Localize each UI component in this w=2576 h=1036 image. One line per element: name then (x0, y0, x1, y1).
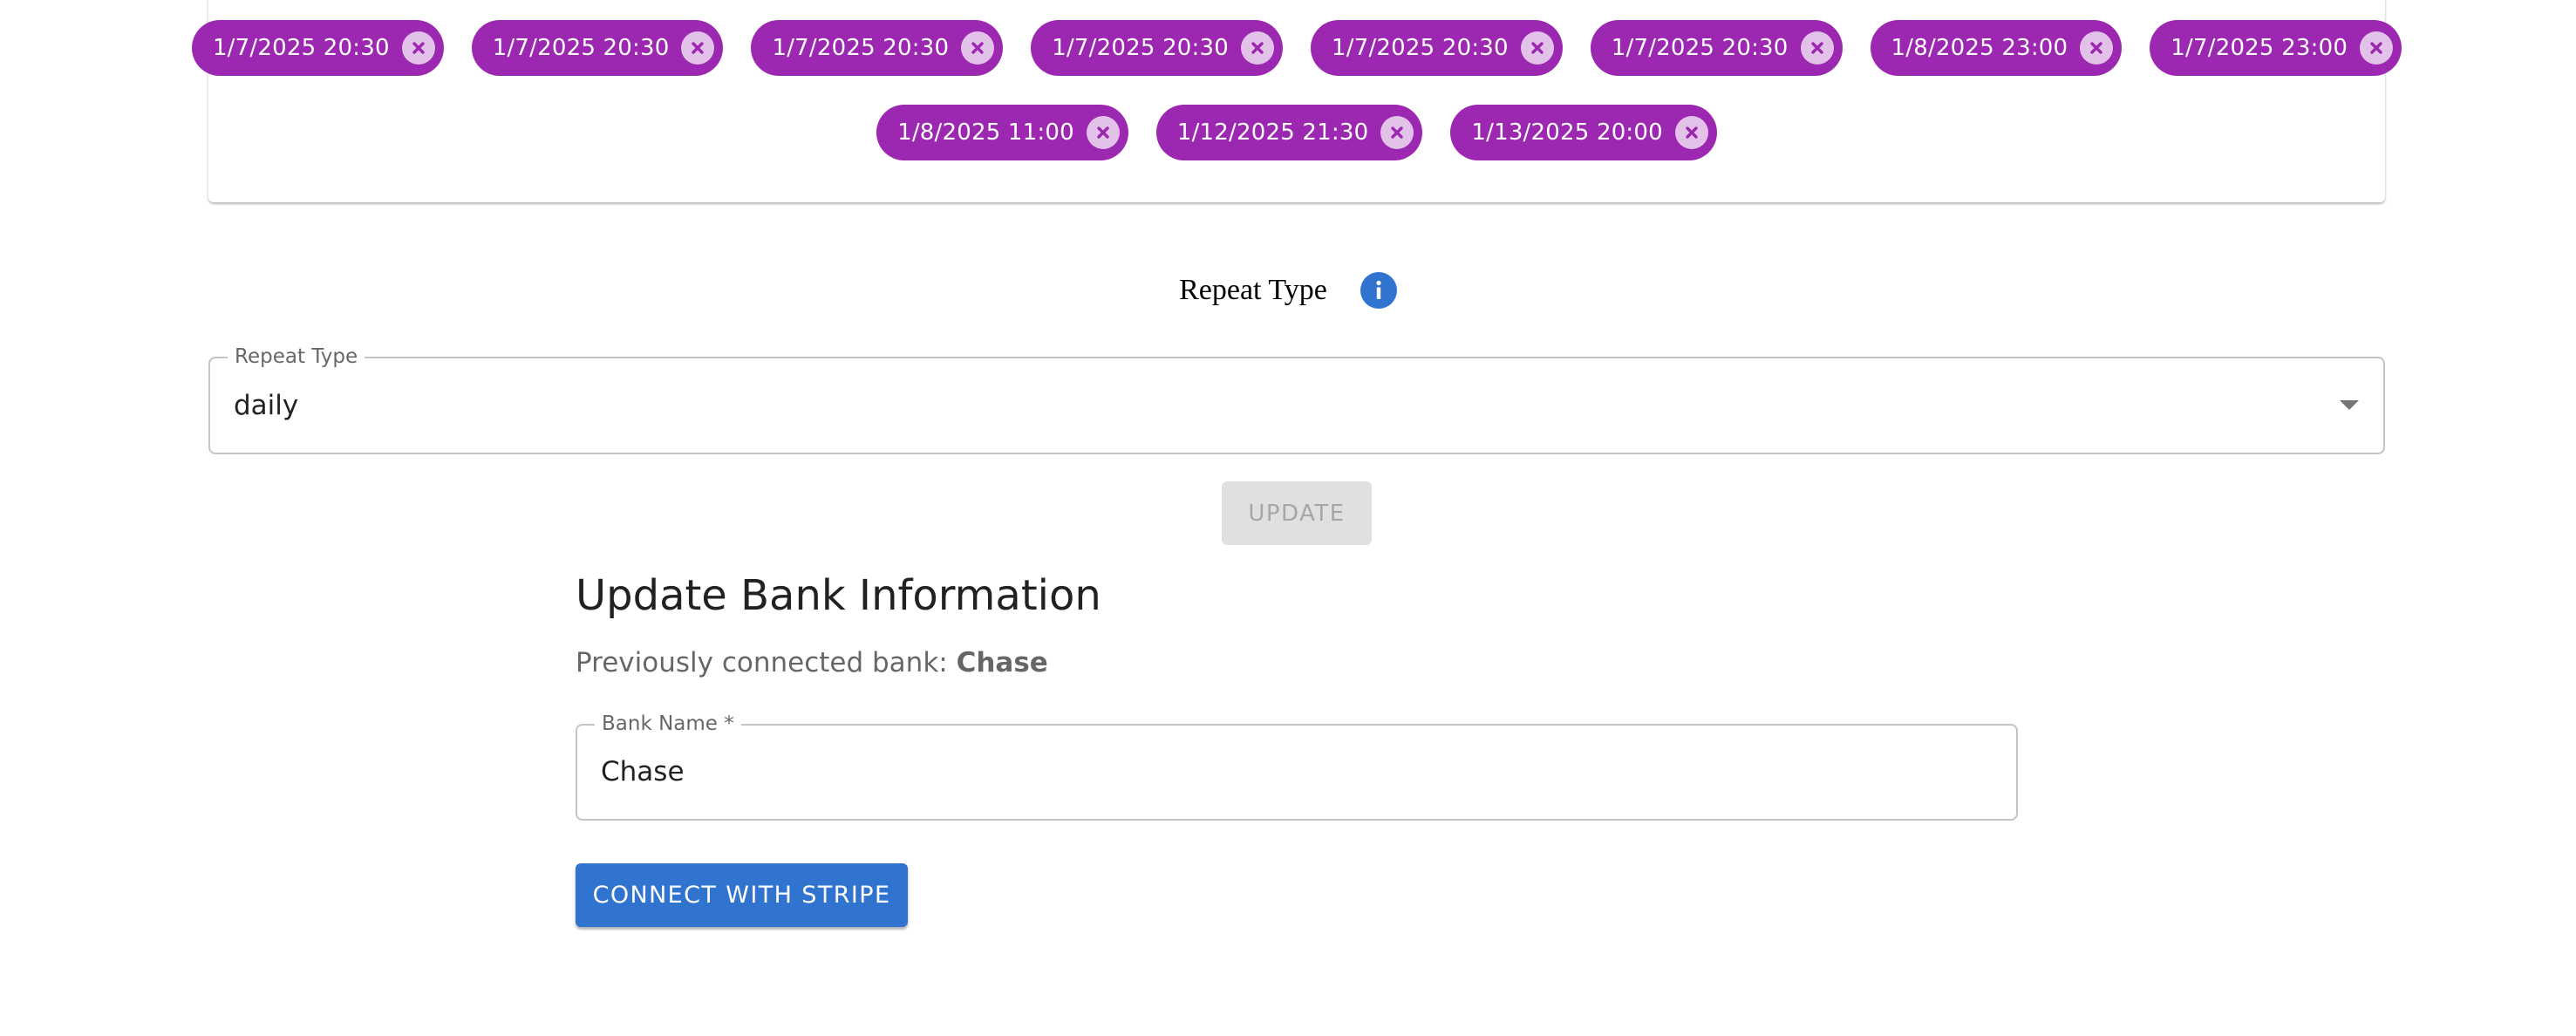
chip-label: 1/7/2025 20:30 (1332, 35, 1509, 61)
chip-label: 1/7/2025 20:30 (492, 35, 670, 61)
date-chip[interactable]: 1/8/2025 23:00 (1870, 20, 2123, 76)
date-chip[interactable]: 1/7/2025 20:30 (191, 20, 444, 76)
connect-with-stripe-button[interactable]: CONNECT WITH STRIPE (576, 863, 908, 927)
update-button[interactable]: UPDATE (1222, 481, 1372, 545)
cancel-circle-icon[interactable] (681, 31, 715, 65)
cancel-circle-icon[interactable] (1380, 116, 1414, 149)
bank-name-input[interactable]: Chase (601, 756, 685, 787)
chip-label: 1/12/2025 21:30 (1176, 119, 1369, 146)
repeat-type-select[interactable]: Repeat Type daily (208, 344, 2385, 454)
date-chip[interactable]: 1/7/2025 20:30 (751, 20, 1004, 76)
chip-label: 1/7/2025 20:30 (212, 35, 390, 61)
date-chip[interactable]: 1/7/2025 20:30 (1590, 20, 1843, 76)
bank-name-field[interactable]: Bank Name * Chase (576, 712, 2018, 821)
previous-bank-text: Previously connected bank: Chase (576, 647, 1048, 678)
chip-label: 1/7/2025 20:30 (1052, 35, 1229, 61)
cancel-circle-icon[interactable] (1086, 116, 1120, 149)
cancel-circle-icon[interactable] (2360, 31, 2394, 65)
previous-bank-prefix: Previously connected bank: (576, 647, 957, 678)
repeat-type-title: Repeat Type (1179, 274, 1327, 306)
repeat-type-select-label: Repeat Type (228, 344, 365, 369)
chip-label: 1/8/2025 23:00 (1891, 35, 2068, 61)
cancel-circle-icon[interactable] (1241, 31, 1274, 65)
info-icon[interactable] (1360, 272, 1397, 309)
chevron-down-icon[interactable] (2340, 400, 2359, 410)
cancel-circle-icon[interactable] (1800, 31, 1834, 65)
cancel-circle-icon[interactable] (1520, 31, 1554, 65)
date-chip[interactable]: 1/7/2025 20:30 (1031, 20, 1283, 76)
chip-label: 1/7/2025 20:30 (1611, 35, 1789, 61)
repeat-type-heading: Repeat Type (0, 272, 2576, 309)
date-chip[interactable]: 1/8/2025 11:00 (876, 105, 1128, 160)
selected-dates-card: 1/7/2025 20:30 1/7/2025 20:30 1/7/2025 2… (191, 0, 2402, 202)
chip-row: 1/7/2025 20:30 1/7/2025 20:30 1/7/2025 2… (191, 20, 2402, 76)
chip-label: 1/13/2025 20:00 (1471, 119, 1663, 146)
page: 1/7/2025 20:30 1/7/2025 20:30 1/7/2025 2… (0, 0, 2576, 1036)
date-chip[interactable]: 1/12/2025 21:30 (1155, 105, 1423, 160)
repeat-type-select-value: daily (234, 390, 299, 421)
date-chip[interactable]: 1/7/2025 20:30 (471, 20, 724, 76)
bank-name-label: Bank Name * (595, 712, 741, 736)
date-chip[interactable]: 1/7/2025 20:30 (1311, 20, 1563, 76)
cancel-circle-icon[interactable] (2080, 31, 2114, 65)
date-chip[interactable]: 1/13/2025 20:00 (1450, 105, 1717, 160)
cancel-circle-icon[interactable] (1674, 116, 1708, 149)
date-chip[interactable]: 1/7/2025 23:00 (2150, 20, 2402, 76)
chip-label: 1/7/2025 20:30 (772, 35, 950, 61)
chip-row: 1/8/2025 11:00 1/12/2025 21:30 1/13/2025… (208, 105, 2385, 160)
previous-bank-name: Chase (956, 647, 1048, 678)
cancel-circle-icon[interactable] (961, 31, 995, 65)
bank-section-title: Update Bank Information (576, 571, 1101, 620)
chip-label: 1/7/2025 23:00 (2171, 35, 2348, 61)
cancel-circle-icon[interactable] (401, 31, 435, 65)
chip-label: 1/8/2025 11:00 (897, 119, 1074, 146)
